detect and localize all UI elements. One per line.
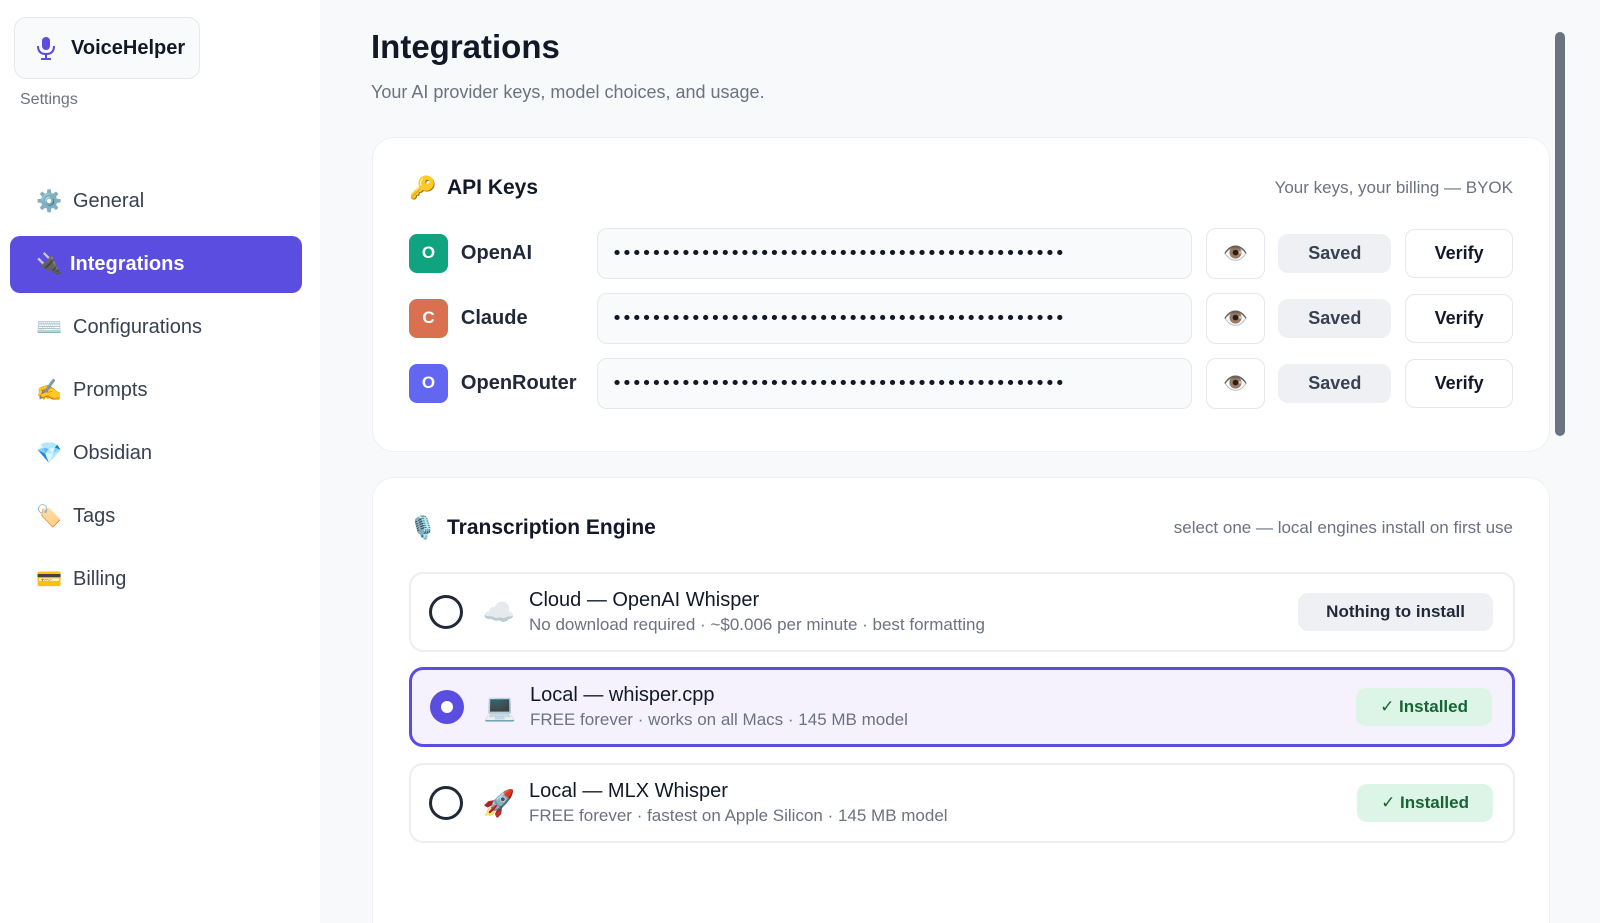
- engine-desc: FREE forever · fastest on Apple Silicon …: [529, 806, 948, 825]
- sidebar-item-general[interactable]: ⚙️ General: [10, 173, 302, 230]
- api-keys-header: 🔑 API Keys Your keys, your billing — BYO…: [409, 172, 1513, 204]
- api-keys-card: 🔑 API Keys Your keys, your billing — BYO…: [372, 137, 1550, 452]
- engine-title: Local — whisper.cpp: [530, 684, 715, 706]
- provider-avatar: O: [409, 363, 448, 403]
- verify-button[interactable]: Verify: [1405, 358, 1513, 408]
- engine-option-mlx[interactable]: 🚀 Local — MLX Whisper FREE forever · fas…: [409, 763, 1515, 843]
- sidebar-nav: ⚙️ General 🔌 Integrations ⌨️ Configurati…: [10, 173, 302, 614]
- key-icon: 🔑: [409, 175, 437, 200]
- microphone-icon: 🎙️: [409, 515, 437, 540]
- sidebar-item-label: Obsidian: [73, 442, 152, 464]
- claude-key-input[interactable]: ••••••••••••••••••••••••••••••••••••••••…: [596, 292, 1192, 344]
- eye-icon: 👁️: [1223, 307, 1248, 330]
- provider-name: OpenRouter: [460, 371, 577, 394]
- eye-icon: 👁️: [1223, 372, 1248, 395]
- saved-badge: Saved: [1278, 298, 1392, 338]
- engine-option-cloud[interactable]: ☁️ Cloud — OpenAI Whisper No download re…: [409, 572, 1515, 652]
- sidebar-item-label: Configurations: [73, 316, 202, 338]
- scrollbar[interactable]: [1555, 32, 1565, 436]
- brand-logo[interactable]: VoiceHelper: [14, 17, 200, 79]
- provider-row-claude: C Claude •••••••••••••••••••••••••••••••…: [409, 292, 1513, 344]
- transcription-card: 🎙️ Transcription Engine select one — loc…: [372, 477, 1550, 923]
- engine-radio[interactable]: [429, 786, 463, 820]
- sidebar-item-label: Integrations: [70, 253, 185, 275]
- engine-radio[interactable]: [429, 595, 463, 629]
- show-key-button[interactable]: 👁️: [1205, 357, 1266, 409]
- sidebar-item-label: Prompts: [73, 379, 148, 401]
- provider-row-openai: O OpenAI •••••••••••••••••••••••••••••••…: [409, 227, 1513, 279]
- page-title: Integrations: [371, 28, 560, 65]
- engine-radio[interactable]: [430, 690, 464, 724]
- settings-label: Settings: [20, 91, 78, 108]
- engine-desc: No download required · ~$0.006 per minut…: [529, 615, 985, 634]
- gem-icon: 💎: [36, 441, 63, 465]
- sidebar-item-label: Billing: [73, 568, 127, 590]
- show-key-button[interactable]: 👁️: [1205, 227, 1266, 279]
- provider-avatar: O: [409, 233, 448, 273]
- keyboard-icon: ⌨️: [36, 315, 63, 339]
- credit-card-icon: 💳: [36, 567, 63, 591]
- sidebar-item-prompts[interactable]: ✍️ Prompts: [10, 362, 302, 419]
- eye-icon: 👁️: [1223, 242, 1248, 265]
- show-key-button[interactable]: 👁️: [1205, 292, 1266, 344]
- sidebar-item-configurations[interactable]: ⌨️ Configurations: [10, 299, 302, 356]
- page-subtitle: Your AI provider keys, model choices, an…: [371, 82, 765, 102]
- sidebar-item-billing[interactable]: 💳 Billing: [10, 551, 302, 608]
- openrouter-key-input[interactable]: ••••••••••••••••••••••••••••••••••••••••…: [596, 357, 1192, 409]
- provider-name: OpenAI: [460, 241, 533, 264]
- provider-row-openrouter: O OpenRouter •••••••••••••••••••••••••••…: [409, 357, 1513, 409]
- sidebar: VoiceHelper Settings ⚙️ General 🔌 Integr…: [0, 0, 320, 923]
- transcription-hint: select one — local engines install on fi…: [1173, 518, 1513, 537]
- verify-button[interactable]: Verify: [1405, 228, 1513, 278]
- microphone-icon: [35, 35, 57, 61]
- api-keys-hint: Your keys, your billing — BYOK: [1274, 178, 1513, 197]
- gear-icon: ⚙️: [36, 189, 63, 213]
- sidebar-item-label: Tags: [73, 505, 116, 527]
- engine-desc: FREE forever · works on all Macs · 145 M…: [530, 710, 908, 729]
- engine-title: Local — MLX Whisper: [529, 780, 728, 802]
- engine-option-whisper-cpp[interactable]: 💻 Local — whisper.cpp FREE forever · wor…: [409, 667, 1515, 747]
- engine-status-badge: ✓ Installed: [1356, 688, 1492, 726]
- tag-icon: 🏷️: [36, 504, 63, 528]
- provider-avatar: C: [409, 298, 448, 338]
- writing-hand-icon: ✍️: [36, 378, 63, 402]
- main-content: Integrations Your AI provider keys, mode…: [320, 0, 1600, 923]
- cloud-icon: ☁️: [482, 596, 516, 627]
- sidebar-item-tags[interactable]: 🏷️ Tags: [10, 488, 302, 545]
- engine-status-badge: ✓ Installed: [1357, 784, 1493, 822]
- openai-key-input[interactable]: ••••••••••••••••••••••••••••••••••••••••…: [596, 227, 1192, 279]
- rocket-icon: 🚀: [482, 787, 516, 818]
- brand-name: VoiceHelper: [71, 36, 186, 59]
- sidebar-item-label: General: [73, 190, 145, 212]
- laptop-icon: 💻: [483, 691, 517, 722]
- sidebar-item-integrations[interactable]: 🔌 Integrations: [10, 236, 302, 293]
- saved-badge: Saved: [1278, 363, 1392, 403]
- transcription-header: 🎙️ Transcription Engine select one — loc…: [409, 512, 1513, 544]
- engine-status-badge: Nothing to install: [1298, 593, 1493, 631]
- verify-button[interactable]: Verify: [1405, 293, 1513, 343]
- plug-icon: 🔌: [36, 252, 63, 276]
- saved-badge: Saved: [1278, 233, 1392, 273]
- api-keys-title: API Keys: [447, 176, 539, 199]
- engine-title: Cloud — OpenAI Whisper: [529, 589, 760, 611]
- provider-name: Claude: [460, 306, 528, 329]
- sidebar-item-obsidian[interactable]: 💎 Obsidian: [10, 425, 302, 482]
- transcription-title: Transcription Engine: [447, 516, 656, 539]
